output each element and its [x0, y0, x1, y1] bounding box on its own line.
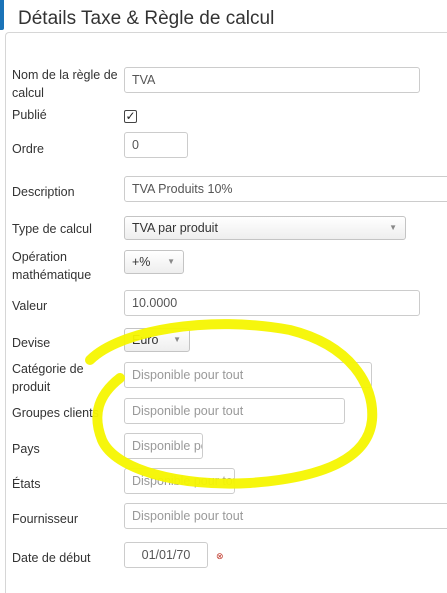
description-input[interactable]: TVA Produits 10% — [124, 176, 447, 202]
checkmark-icon: ✓ — [125, 109, 136, 123]
calc-type-select[interactable]: TVA par produit ▼ — [124, 216, 406, 240]
category-input[interactable]: Disponible pour tout — [124, 362, 372, 388]
currency-label: Devise — [12, 336, 51, 350]
states-input[interactable]: Disponible pour tout — [124, 468, 235, 494]
start-date-input[interactable]: 01/01/70 — [124, 542, 208, 568]
published-label: Publié — [12, 108, 47, 122]
states-label: États — [12, 477, 41, 491]
chevron-down-icon: ▼ — [173, 335, 181, 344]
value-label: Valeur — [12, 299, 48, 313]
math-op-value: +% — [132, 255, 151, 269]
calc-type-value: TVA par produit — [132, 221, 218, 235]
client-groups-label: Groupes clients — [12, 406, 99, 420]
math-op-label: Opération mathématique — [12, 250, 92, 282]
order-input[interactable]: 0 — [124, 132, 188, 158]
chevron-down-icon: ▼ — [167, 257, 175, 266]
order-label: Ordre — [12, 142, 44, 156]
value-input[interactable]: 10.0000 — [124, 290, 420, 316]
calendar-clear-icon[interactable]: ⊗ — [216, 551, 227, 561]
country-label: Pays — [12, 442, 40, 456]
accent-bar — [0, 0, 4, 30]
start-date-label: Date de début — [12, 551, 91, 565]
math-op-select[interactable]: +% ▼ — [124, 250, 184, 274]
client-groups-input[interactable]: Disponible pour tout — [124, 398, 345, 424]
currency-value: Euro — [132, 333, 159, 347]
currency-select[interactable]: Euro ▼ — [124, 328, 190, 352]
rule-name-label: Nom de la règle de calcul — [12, 68, 118, 100]
published-checkbox[interactable]: ✓ — [124, 110, 137, 123]
description-label: Description — [12, 185, 75, 199]
chevron-down-icon: ▼ — [389, 223, 397, 232]
country-input[interactable]: Disponible pour tout — [124, 433, 203, 459]
calc-type-label: Type de calcul — [12, 222, 92, 236]
rule-name-input[interactable]: TVA — [124, 67, 420, 93]
supplier-input[interactable]: Disponible pour tout — [124, 503, 447, 529]
supplier-label: Fournisseur — [12, 512, 78, 526]
category-label: Catégorie de produit — [12, 362, 84, 394]
fieldset-legend: Détails Taxe & Règle de calcul — [10, 6, 283, 32]
